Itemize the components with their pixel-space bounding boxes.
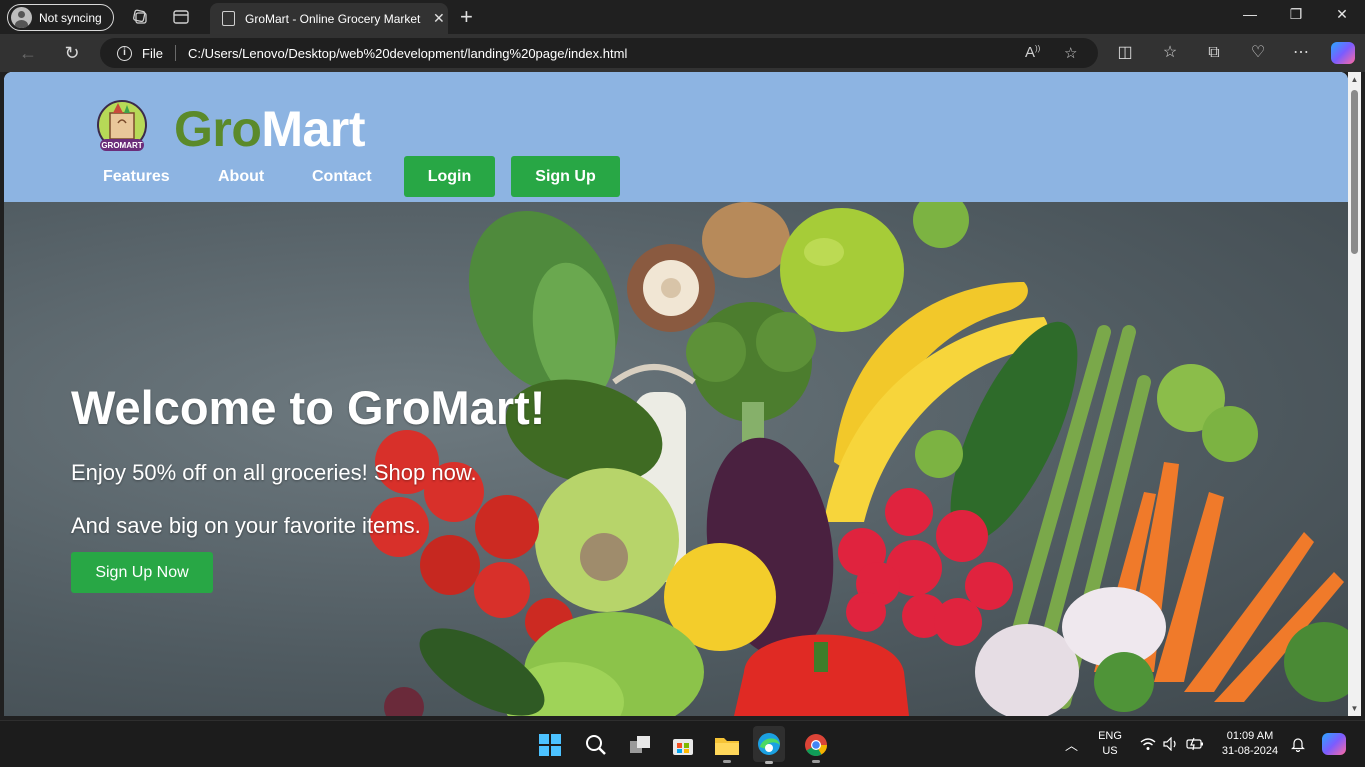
tab-close-icon[interactable]: ✕ — [433, 10, 445, 27]
gromart-logo-icon[interactable]: GROMART — [96, 99, 148, 155]
keyboard-region: US — [1102, 745, 1118, 757]
page-scrollbar[interactable]: ▲ ▼ — [1348, 72, 1361, 716]
running-indicator — [723, 760, 731, 763]
more-options-icon[interactable]: ⋯ — [1291, 43, 1311, 63]
running-indicator — [812, 760, 820, 763]
file-explorer-icon[interactable] — [711, 729, 743, 763]
brand-mart: Mart — [261, 101, 365, 157]
hero-offer-text: Enjoy 50% off on all groceries! Shop now… — [71, 460, 477, 485]
site-info-icon[interactable]: i — [117, 45, 132, 61]
tab-title: GroMart - Online Grocery Market — [245, 11, 421, 26]
language-code: ENG — [1098, 730, 1122, 742]
copilot-taskbar-icon[interactable] — [1322, 733, 1346, 755]
address-bar[interactable]: i File C:/Users/Lenovo/Desktop/web%20dev… — [100, 38, 1098, 68]
split-screen-icon[interactable]: ◫ — [1115, 43, 1135, 63]
profile-avatar-icon — [11, 7, 32, 28]
active-indicator — [765, 761, 773, 764]
refresh-icon[interactable]: ↻ — [61, 42, 83, 64]
restore-icon[interactable]: ❐ — [1286, 6, 1306, 23]
hero-title: Welcome to GroMart! — [71, 381, 546, 434]
page-viewport: GROMART GroMart Features About Contact L… — [4, 72, 1348, 716]
nav-contact-link[interactable]: Contact — [312, 168, 372, 186]
hero-section: Welcome to GroMart! Enjoy 50% off on all… — [4, 202, 1348, 716]
profile-button[interactable]: Not syncing — [7, 4, 114, 31]
address-url[interactable]: C:/Users/Lenovo/Desktop/web%20developmen… — [188, 46, 627, 61]
copilot-icon[interactable] — [1331, 42, 1355, 64]
browser-toolbar: ← ↻ i File C:/Users/Lenovo/Desktop/web%2… — [0, 34, 1365, 72]
page-document-icon — [222, 11, 235, 26]
scroll-down-icon[interactable]: ▼ — [1350, 704, 1359, 713]
profile-status-label: Not syncing — [39, 10, 102, 25]
show-hidden-icons-chevron-icon[interactable]: ︿ — [1065, 735, 1078, 754]
volume-icon[interactable] — [1163, 737, 1179, 751]
chrome-icon[interactable] — [800, 729, 832, 763]
back-icon[interactable]: ← — [17, 42, 39, 64]
site-header: GROMART GroMart Features About Contact L… — [4, 72, 1348, 202]
collections-icon[interactable]: ⧉ — [1204, 43, 1224, 63]
search-icon[interactable] — [580, 729, 612, 761]
address-separator — [174, 45, 176, 61]
new-tab-icon[interactable]: + — [460, 4, 473, 30]
scroll-up-icon[interactable]: ▲ — [1350, 75, 1359, 84]
nav-features-link[interactable]: Features — [103, 168, 170, 186]
scroll-thumb[interactable] — [1351, 90, 1358, 254]
brand-title: GroMart — [174, 100, 365, 158]
read-aloud-icon[interactable]: A)) — [1025, 44, 1040, 61]
notification-bell-icon[interactable] — [1291, 736, 1305, 752]
language-indicator[interactable]: ENG US — [1094, 729, 1126, 759]
close-window-icon[interactable]: ✕ — [1332, 6, 1352, 23]
tab-gromart[interactable]: GroMart - Online Grocery Market ✕ — [210, 3, 448, 34]
start-menu-icon[interactable] — [534, 729, 566, 761]
logo-wordmark: GROMART — [101, 141, 142, 150]
nav-about-link[interactable]: About — [218, 168, 264, 186]
clock-date: 31-08-2024 — [1221, 745, 1279, 757]
address-scheme-label: File — [142, 45, 163, 61]
task-view-icon[interactable] — [624, 729, 656, 761]
battery-icon[interactable] — [1186, 736, 1204, 752]
hero-subtext: And save big on your favorite items. — [71, 513, 421, 538]
hero-signup-button[interactable]: Sign Up Now — [71, 552, 213, 593]
microsoft-store-icon[interactable] — [667, 729, 699, 761]
brand-gro: Gro — [174, 101, 262, 157]
wifi-icon[interactable] — [1140, 737, 1156, 751]
favorite-star-icon[interactable]: ☆ — [1064, 44, 1077, 62]
signup-button[interactable]: Sign Up — [511, 156, 620, 197]
clock[interactable]: 01:09 AM 31-08-2024 — [1216, 729, 1284, 759]
login-button[interactable]: Login — [404, 156, 495, 197]
clock-time: 01:09 AM — [1226, 730, 1274, 742]
vegetables-hero-image — [369, 202, 1348, 716]
workspaces-icon[interactable] — [131, 8, 149, 26]
edge-browser-icon[interactable] — [753, 726, 785, 764]
minimize-icon[interactable]: — — [1240, 6, 1260, 22]
favorites-icon[interactable]: ☆ — [1160, 43, 1180, 63]
performance-heart-icon[interactable]: ♡ — [1248, 43, 1268, 63]
tab-actions-icon[interactable] — [172, 8, 190, 26]
browser-title-bar: Not syncing GroMart - Online Grocery Mar… — [0, 0, 1365, 34]
